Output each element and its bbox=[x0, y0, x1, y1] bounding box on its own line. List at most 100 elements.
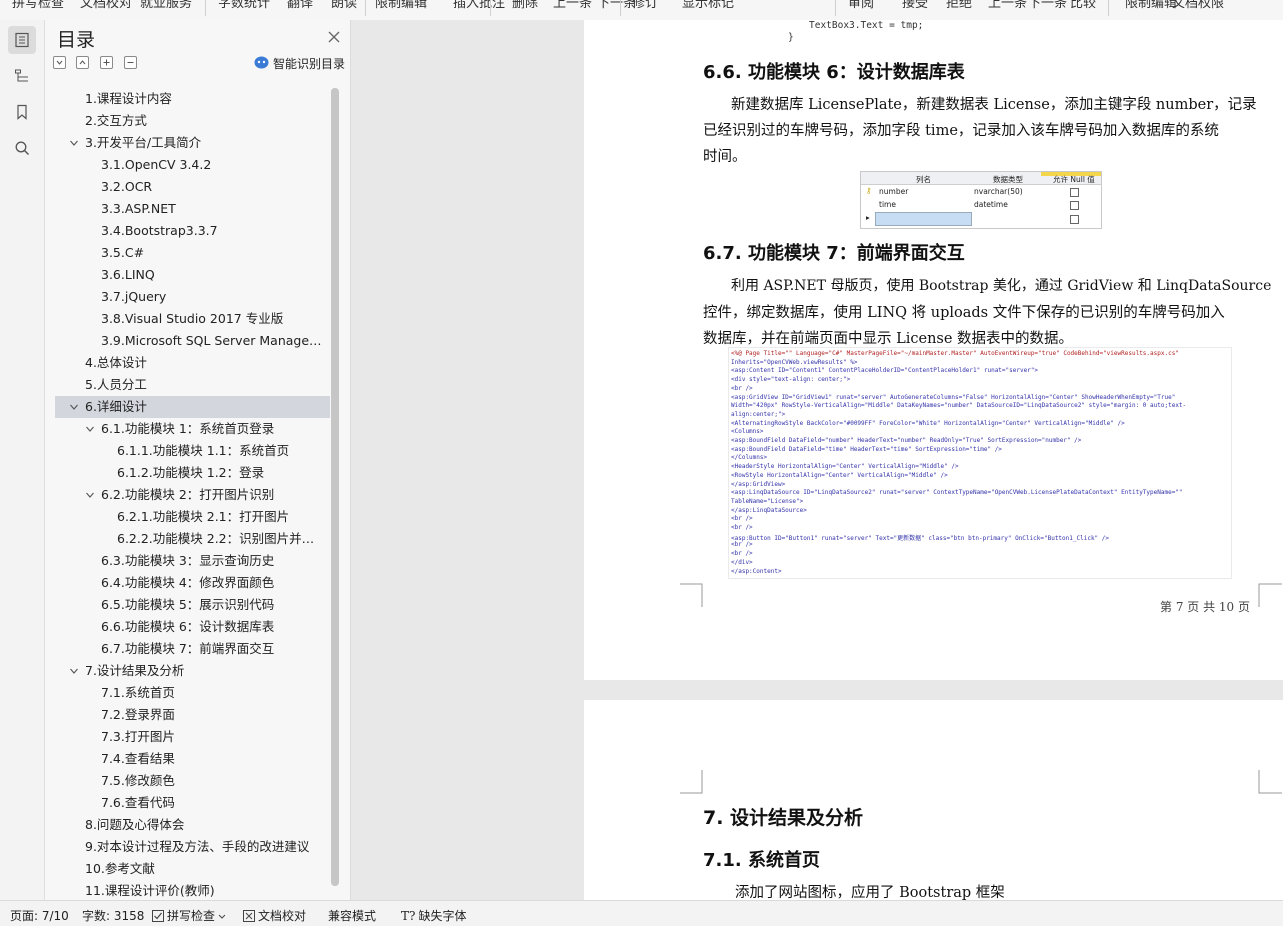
page-indicator[interactable]: 页面: 7/10 bbox=[10, 907, 69, 924]
ribbon-item[interactable]: 插入批注 bbox=[453, 0, 505, 11]
toc-item[interactable]: 1.课程设计内容 bbox=[55, 88, 330, 110]
smart-toc-label: 智能识别目录 bbox=[273, 57, 346, 71]
collapse-all-icon[interactable] bbox=[76, 56, 89, 69]
toc-icon[interactable] bbox=[8, 26, 36, 54]
toc-item[interactable]: 7.1.系统首页 bbox=[55, 682, 330, 704]
toc-item[interactable]: 5.人员分工 bbox=[55, 374, 330, 396]
toc-item[interactable]: 6.1.2.功能模块 1.2：登录 bbox=[55, 462, 330, 484]
ribbon-item[interactable]: 翻译 bbox=[287, 0, 313, 11]
toc-item[interactable]: 3.5.C# bbox=[55, 242, 330, 264]
toc-item[interactable]: 3.2.OCR bbox=[55, 176, 330, 198]
chevron-down-icon[interactable] bbox=[70, 139, 78, 147]
code-line: <br /> bbox=[731, 515, 753, 523]
toc-item[interactable]: 6.2.1.功能模块 2.1：打开图片 bbox=[55, 506, 330, 528]
toc-item[interactable]: 8.问题及心得体会 bbox=[55, 814, 330, 836]
code-line: <asp:BoundField DataField="number" Heade… bbox=[731, 437, 1082, 444]
chevron-down-icon[interactable] bbox=[86, 425, 94, 433]
smart-toc-button[interactable]: 智能识别目录 bbox=[254, 55, 345, 72]
toc-scroll-thumb[interactable] bbox=[331, 88, 339, 886]
close-icon[interactable] bbox=[328, 28, 342, 43]
toc-item[interactable]: 4.总体设计 bbox=[55, 352, 330, 374]
expand-all-icon[interactable] bbox=[53, 56, 66, 69]
proofread-button[interactable]: 文档校对 bbox=[243, 907, 306, 924]
missing-font-button[interactable]: T? 缺失字体 bbox=[401, 907, 466, 924]
toc-item[interactable]: 3.8.Visual Studio 2017 专业版 bbox=[55, 308, 330, 330]
toc-scrollbar[interactable] bbox=[331, 88, 339, 886]
ribbon-item[interactable]: 上一条 bbox=[988, 0, 1027, 11]
toc-item[interactable]: 7.设计结果及分析 bbox=[55, 660, 330, 682]
ribbon-separator bbox=[835, 0, 836, 16]
toc-item[interactable]: 6.详细设计 bbox=[55, 396, 330, 418]
word-count[interactable]: 字数: 3158 bbox=[82, 907, 144, 924]
document-page-8: 7. 设计结果及分析 7.1. 系统首页 添加了网站图标，应用了 Bootstr… bbox=[584, 700, 1283, 901]
toc-item-label: 7.5.修改颜色 bbox=[101, 773, 175, 788]
proofread-icon bbox=[243, 909, 255, 922]
ribbon-separator bbox=[205, 0, 206, 16]
toc-item[interactable]: 3.6.LINQ bbox=[55, 264, 330, 286]
ribbon-item[interactable]: 就业服务 bbox=[140, 0, 192, 11]
ribbon-item[interactable]: 审阅 bbox=[848, 0, 874, 11]
toc-item[interactable]: 6.1.功能模块 1：系统首页登录 bbox=[55, 418, 330, 440]
chevron-down-icon[interactable] bbox=[70, 403, 78, 411]
ribbon-item[interactable]: 下一条 bbox=[1028, 0, 1067, 11]
add-heading-icon[interactable] bbox=[100, 56, 113, 69]
toc-item[interactable]: 3.9.Microsoft SQL Server Management Stud… bbox=[55, 330, 330, 352]
ribbon-item[interactable]: 比较 bbox=[1070, 0, 1096, 11]
toc-item[interactable]: 7.3.打开图片 bbox=[55, 726, 330, 748]
navigation-icon[interactable] bbox=[8, 62, 36, 90]
toc-item[interactable]: 6.2.2.功能模块 2.2：识别图片并存入数据库 bbox=[55, 528, 330, 550]
toc-item[interactable]: 7.6.查看代码 bbox=[55, 792, 330, 814]
toc-item-label: 3.3.ASP.NET bbox=[101, 201, 176, 216]
search-icon[interactable] bbox=[8, 134, 36, 162]
toc-item[interactable]: 6.7.功能模块 7：前端界面交互 bbox=[55, 638, 330, 660]
toc-item[interactable]: 7.5.修改颜色 bbox=[55, 770, 330, 792]
ribbon-item[interactable]: 显示标记 bbox=[682, 0, 734, 11]
ribbon-item[interactable]: 修订 bbox=[632, 0, 658, 11]
ribbon-item[interactable]: 文档校对 bbox=[80, 0, 132, 11]
code-line: <asp:LinqDataSource ID="LinqDataSource2"… bbox=[731, 489, 1183, 497]
ribbon-item[interactable]: 拒绝 bbox=[946, 0, 972, 11]
toc-item[interactable]: 7.2.登录界面 bbox=[55, 704, 330, 726]
ribbon-item[interactable]: 字数统计 bbox=[218, 0, 270, 11]
ribbon-item[interactable]: 朗读 bbox=[331, 0, 357, 11]
toc-item[interactable]: 3.3.ASP.NET bbox=[55, 198, 330, 220]
toc-item[interactable]: 11.课程设计评价(教师) bbox=[55, 880, 330, 898]
toc-item-label: 7.设计结果及分析 bbox=[85, 663, 185, 678]
toc-item[interactable]: 3.开发平台/工具简介 bbox=[55, 132, 330, 154]
ribbon-item[interactable]: 限制编辑 bbox=[1125, 0, 1177, 11]
spell-check-button[interactable]: 拼写检查 bbox=[152, 907, 226, 924]
toc-item[interactable]: 3.1.OpenCV 3.4.2 bbox=[55, 154, 330, 176]
code-line: <br /> bbox=[731, 550, 753, 558]
ribbon-separator bbox=[1108, 0, 1109, 16]
ribbon-item[interactable]: 下一条 bbox=[597, 0, 636, 11]
toc-item[interactable]: 6.6.功能模块 6：设计数据库表 bbox=[55, 616, 330, 638]
bookmark-icon[interactable] bbox=[8, 98, 36, 126]
toc-item[interactable]: 3.4.Bootstrap3.3.7 bbox=[55, 220, 330, 242]
smart-toc-icon bbox=[254, 56, 269, 72]
toc-item[interactable]: 10.参考文献 bbox=[55, 858, 330, 880]
paragraph-line: 控件，绑定数据库，使用 LINQ 将 uploads 文件下保存的已识别的车牌号… bbox=[703, 305, 1225, 321]
remove-heading-icon[interactable] bbox=[124, 56, 137, 69]
ribbon-item[interactable]: 限制编辑 bbox=[375, 0, 427, 11]
db-table-image: 列名 数据类型 允许 Null 值 ⚷ number nvarchar(50) … bbox=[860, 171, 1102, 229]
toc-item[interactable]: 6.5.功能模块 5：展示识别代码 bbox=[55, 594, 330, 616]
toc-item[interactable]: 3.7.jQuery bbox=[55, 286, 330, 308]
toc-item[interactable]: 6.3.功能模块 3：显示查询历史 bbox=[55, 550, 330, 572]
chevron-down-icon[interactable] bbox=[70, 667, 78, 675]
ribbon-item[interactable]: 文档权限 bbox=[1172, 0, 1224, 11]
chevron-down-icon[interactable] bbox=[86, 491, 94, 499]
ribbon-item[interactable]: 拼写检查 bbox=[12, 0, 64, 11]
code-line: align:center;"> bbox=[731, 410, 786, 418]
ribbon-item[interactable]: 删除 bbox=[512, 0, 538, 11]
toc-item[interactable]: 6.4.功能模块 4：修改界面颜色 bbox=[55, 572, 330, 594]
toc-item[interactable]: 2.交互方式 bbox=[55, 110, 330, 132]
paragraph-line: 数据库，并在前端页面中显示 License 数据表中的数据。 bbox=[703, 331, 1074, 347]
toc-item[interactable]: 6.1.1.功能模块 1.1：系统首页 bbox=[55, 440, 330, 462]
toc-item-label: 6.详细设计 bbox=[85, 399, 147, 414]
toc-item-label: 3.开发平台/工具简介 bbox=[85, 135, 202, 150]
toc-item[interactable]: 7.4.查看结果 bbox=[55, 748, 330, 770]
toc-item[interactable]: 9.对本设计过程及方法、手段的改进建议 bbox=[55, 836, 330, 858]
toc-item[interactable]: 6.2.功能模块 2：打开图片识别 bbox=[55, 484, 330, 506]
ribbon-item[interactable]: 上一条 bbox=[553, 0, 592, 11]
ribbon-item[interactable]: 接受 bbox=[902, 0, 928, 11]
